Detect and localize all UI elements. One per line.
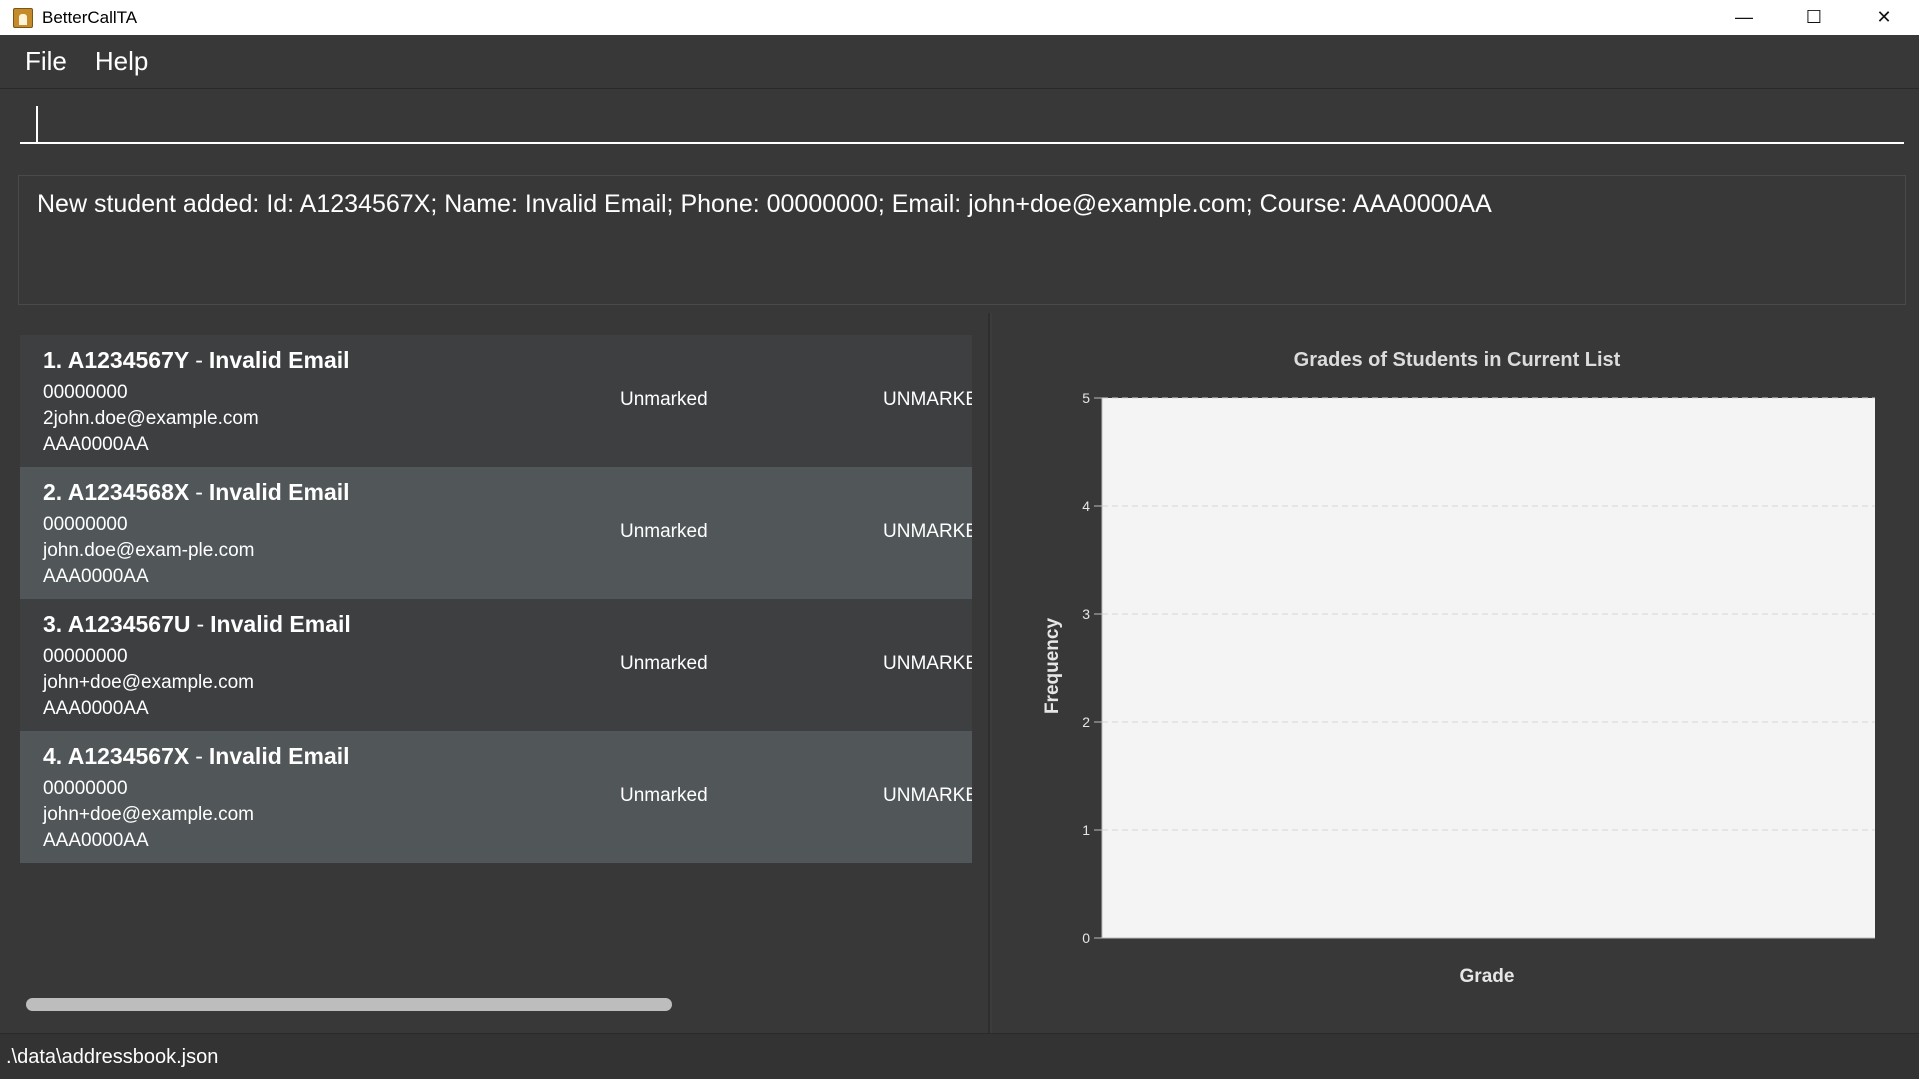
student-id: A1234567X bbox=[67, 743, 190, 769]
save-location: .\data\addressbook.json bbox=[6, 1046, 219, 1068]
plot-area: 0 1 2 3 4 5 bbox=[1082, 390, 1875, 946]
student-email: john+doe@example.com bbox=[43, 804, 254, 825]
student-id: A1234567Y bbox=[67, 347, 190, 373]
student-course: AAA0000AA bbox=[43, 434, 149, 455]
student-email: 2john.doe@example.com bbox=[43, 408, 259, 429]
attendance-status: Unmarked bbox=[620, 785, 708, 806]
student-list[interactable]: 1. A1234567Y - Invalid Email 00000000 2joh… bbox=[20, 335, 972, 975]
command-box bbox=[0, 89, 1919, 161]
student-phone: 00000000 bbox=[43, 646, 128, 667]
grade-status: UNMARKE bbox=[883, 521, 972, 542]
student-name: Invalid Email bbox=[210, 611, 351, 637]
student-phone: 00000000 bbox=[43, 382, 128, 403]
attendance-status: Unmarked bbox=[620, 653, 708, 674]
result-display: New student added: Id: A1234567X; Name: … bbox=[0, 161, 1919, 313]
menu-bar: File Help bbox=[0, 35, 1919, 89]
student-name: Invalid Email bbox=[208, 479, 350, 505]
grade-chart-panel: Grades of Students in Current List Frequ… bbox=[992, 313, 1919, 1033]
grade-chart: Grades of Students in Current List Frequ… bbox=[1042, 349, 1875, 987]
student-list-panel: 1. A1234567Y - Invalid Email 00000000 2joh… bbox=[0, 313, 990, 1033]
attendance-status: Unmarked bbox=[620, 389, 708, 410]
window-title: BetterCallTA bbox=[42, 7, 138, 27]
student-id: A1234567U bbox=[67, 611, 191, 637]
student-card[interactable]: 2. A1234568X - Invalid Email 00000000 john… bbox=[20, 467, 972, 599]
app-icon bbox=[13, 7, 33, 28]
horizontal-scrollbar[interactable] bbox=[26, 998, 672, 1011]
student-course: AAA0000AA bbox=[43, 566, 149, 587]
window-controls: — ☐ ✕ bbox=[1709, 0, 1919, 35]
student-card-header: 2. A1234568X - Invalid Email bbox=[43, 479, 350, 505]
student-card[interactable]: 4. A1234567X - Invalid Email 00000000 john… bbox=[20, 731, 972, 863]
chart-ylabel: Frequency bbox=[1042, 618, 1063, 715]
student-card[interactable]: 3. A1234567U - Invalid Email 00000000 john… bbox=[20, 599, 972, 731]
grade-status: UNMARKE bbox=[883, 389, 972, 410]
command-input[interactable] bbox=[20, 99, 1904, 144]
y-tick-label: 4 bbox=[1082, 498, 1090, 514]
student-course: AAA0000AA bbox=[43, 830, 149, 851]
plot-background bbox=[1102, 398, 1875, 938]
close-button[interactable]: ✕ bbox=[1849, 0, 1919, 35]
title-bar: BetterCallTA — ☐ ✕ bbox=[0, 0, 1919, 35]
grade-status: UNMARKE bbox=[883, 653, 972, 674]
maximize-button[interactable]: ☐ bbox=[1779, 0, 1849, 35]
student-name: Invalid Email bbox=[208, 347, 350, 373]
y-tick-label: 5 bbox=[1082, 390, 1090, 406]
minimize-button[interactable]: — bbox=[1709, 0, 1779, 35]
student-card-header: 3. A1234567U - Invalid Email bbox=[43, 611, 351, 637]
menu-file[interactable]: File bbox=[25, 46, 67, 77]
student-card-header: 1. A1234567Y - Invalid Email bbox=[43, 347, 350, 373]
result-message: New student added: Id: A1234567X; Name: … bbox=[37, 190, 1492, 218]
student-card-header: 4. A1234567X - Invalid Email bbox=[43, 743, 350, 769]
y-tick-label: 3 bbox=[1082, 606, 1090, 622]
y-tick-label: 1 bbox=[1082, 822, 1090, 838]
student-phone: 00000000 bbox=[43, 514, 128, 535]
y-tick-label: 0 bbox=[1082, 930, 1090, 946]
student-index: 2. bbox=[43, 479, 63, 505]
student-email: john+doe@example.com bbox=[43, 672, 254, 693]
student-email: john.doe@exam-ple.com bbox=[43, 540, 255, 561]
student-id: A1234568X bbox=[67, 479, 190, 505]
chart-title: Grades of Students in Current List bbox=[1294, 349, 1621, 371]
student-course: AAA0000AA bbox=[43, 698, 149, 719]
grade-status: UNMARKE bbox=[883, 785, 972, 806]
student-index: 3. bbox=[43, 611, 63, 637]
student-phone: 00000000 bbox=[43, 778, 128, 799]
y-tick-label: 2 bbox=[1082, 714, 1090, 730]
attendance-status: Unmarked bbox=[620, 521, 708, 542]
student-index: 1. bbox=[43, 347, 63, 373]
status-bar: .\data\addressbook.json bbox=[0, 1033, 1919, 1079]
chart-xlabel: Grade bbox=[1460, 966, 1515, 987]
menu-help[interactable]: Help bbox=[95, 46, 148, 77]
result-box[interactable]: New student added: Id: A1234567X; Name: … bbox=[18, 175, 1906, 305]
student-index: 4. bbox=[43, 743, 63, 769]
student-card[interactable]: 1. A1234567Y - Invalid Email 00000000 2joh… bbox=[20, 335, 972, 467]
student-name: Invalid Email bbox=[208, 743, 350, 769]
text-caret bbox=[36, 106, 38, 143]
